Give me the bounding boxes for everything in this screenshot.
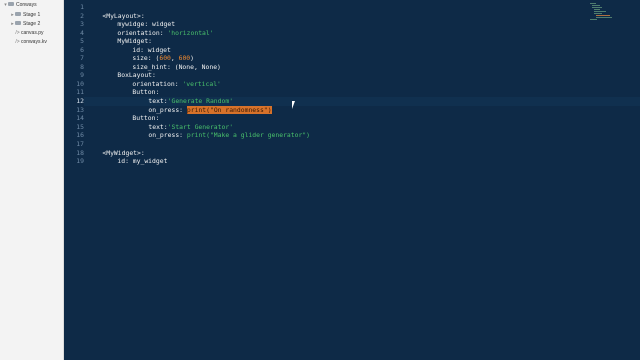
code-line-1: <MyLayout>: (87, 3, 144, 20)
line-number: 7 (80, 54, 84, 62)
code-token: (None, None) (170, 62, 221, 71)
line-number: 3 (80, 20, 84, 28)
line-number: 10 (76, 79, 84, 88)
line-number: 11 (76, 88, 84, 96)
minimap-line (590, 19, 597, 20)
code-line-10: Button: (117, 80, 159, 96)
minimap-line (592, 5, 600, 6)
code-editor[interactable]: 1 2 3 4 5 6 7 8 9 10 11 12 13 14 15 16 1… (64, 0, 640, 360)
minimap[interactable] (590, 3, 620, 21)
sidebar-item-label: Stage 1 (23, 12, 41, 18)
line-number: 12 (76, 97, 84, 105)
selected-text[interactable]: print("On randomness") (186, 105, 272, 114)
code-line-7: size_hint: (None, None) (117, 54, 221, 71)
line-number-gutter: 1 2 3 4 5 6 7 8 9 10 11 12 13 14 15 16 1… (64, 0, 84, 360)
code-line-3: orientation: 'horizontal' (102, 20, 213, 37)
file-icon: /> (15, 30, 20, 36)
code-line-12: on_press: print("On randomness") (133, 97, 272, 114)
sidebar-item-label: canvas.py (21, 30, 44, 36)
code-token: print("Make a glider generator") (183, 131, 310, 139)
mouse-cursor-icon (292, 101, 298, 109)
folder-icon (15, 11, 21, 16)
code-line-11: text:'Generate Random' (133, 88, 233, 105)
sidebar-item-conways[interactable]: ▾ Conways (3, 1, 37, 10)
line-number: 15 (76, 122, 84, 131)
code-token: 'vertical' (178, 79, 221, 88)
line-number: 16 (76, 131, 84, 139)
line-number: 14 (76, 114, 84, 122)
sidebar-item-label: Stage 2 (23, 21, 41, 27)
line-number: 5 (80, 37, 84, 45)
code-line-8: BoxLayout: (102, 63, 155, 79)
folder-icon (8, 1, 14, 6)
code-line-9: orientation: 'vertical' (117, 71, 221, 88)
code-line-6: size: (600, 600) (117, 46, 194, 62)
code-line-18: id: my_widget (102, 149, 167, 165)
code-line-13: Button: (117, 106, 159, 122)
line-number: 6 (80, 45, 84, 54)
file-sidebar: ▾ Conways ▸ Stage 1 ▸ Stage 2 />canvas.py /… (0, 0, 64, 360)
file-icon: /> (15, 39, 20, 45)
code-token: id: (117, 157, 129, 165)
line-number: 4 (80, 28, 84, 37)
sidebar-item-conways-kv[interactable]: />conways.kv (15, 38, 47, 47)
line-number: 2 (80, 11, 84, 20)
code-token: 'horizontal' (163, 28, 214, 37)
code-token: my_widget (128, 157, 168, 165)
line-number: 13 (76, 105, 84, 114)
code-line-2: mywidge: widget (102, 12, 175, 28)
code-line-5: id: widget (117, 37, 170, 54)
minimap-line (596, 17, 612, 18)
code-line-4: MyWidget: (102, 29, 152, 45)
sidebar-item-canvas-py[interactable]: />canvas.py (15, 29, 44, 38)
folder-icon (15, 20, 21, 25)
minimap-line (592, 7, 602, 8)
line-number: 17 (76, 140, 84, 148)
sidebar-item-label: conways.kv (21, 39, 47, 45)
minimap-line (594, 13, 602, 14)
code-line-14: text:'Start Generator' (133, 114, 233, 131)
code-line-15: on_press: print("Make a glider generator… (133, 123, 310, 139)
code-token: on_press: (148, 131, 184, 139)
line-number: 8 (80, 62, 84, 71)
sidebar-item-stage-2[interactable]: ▸ Stage 2 (10, 20, 40, 29)
line-number: 9 (80, 71, 84, 79)
sidebar-item-stage-1[interactable]: ▸ Stage 1 (10, 11, 40, 20)
line-number: 1 (80, 3, 84, 11)
minimap-line (596, 15, 610, 16)
line-number: 19 (76, 157, 84, 165)
line-number: 18 (76, 148, 84, 157)
minimap-line (590, 3, 596, 4)
minimap-line (594, 11, 606, 12)
code-line-17: <MyWidget>: (87, 140, 144, 157)
sidebar-item-label: Conways (16, 2, 37, 8)
minimap-line (594, 9, 600, 10)
